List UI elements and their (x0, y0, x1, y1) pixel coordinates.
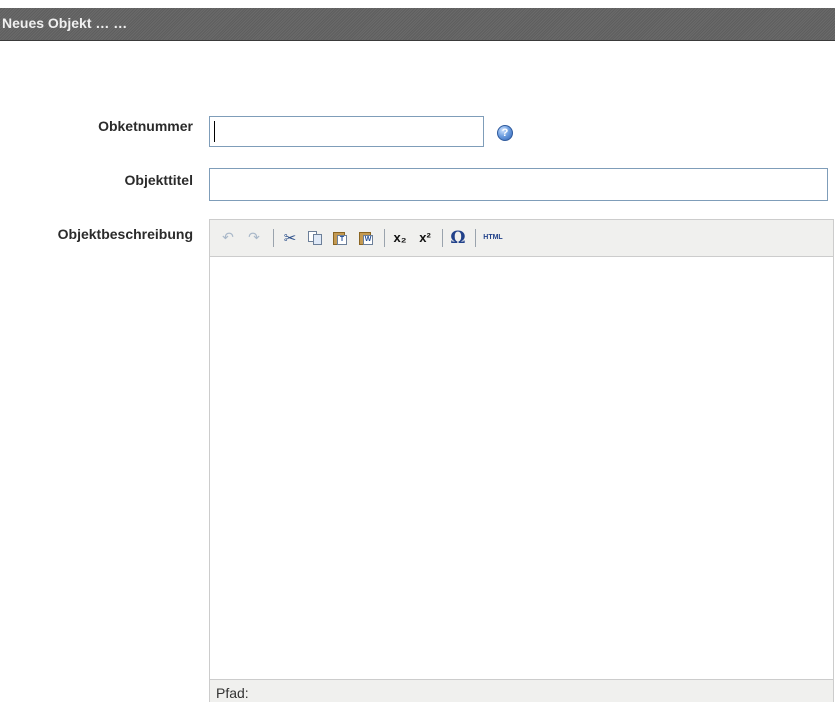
paste-from-word-icon[interactable]: W (358, 230, 374, 246)
undo-icon[interactable]: ↶ (218, 228, 238, 248)
objektbeschreibung-label: Objektbeschreibung (57, 226, 193, 242)
paste-word-glyph: W (363, 235, 373, 245)
cut-icon[interactable]: ✂ (280, 228, 300, 248)
resize-handle-icon[interactable] (817, 689, 831, 702)
paste-text-glyph: T (337, 235, 347, 245)
rich-text-editor: ↶ ↷ ✂ T W x₂ x² Ω HTML Pfad: (209, 219, 834, 702)
special-character-icon[interactable]: Ω (448, 228, 468, 248)
editor-statusbar: Pfad: (210, 679, 833, 702)
title-bar: Neues Objekt … … (0, 8, 835, 41)
editor-content-area[interactable] (210, 257, 833, 679)
path-label: Pfad: (216, 685, 249, 701)
text-caret (214, 121, 215, 142)
objektnummer-input[interactable] (209, 116, 484, 147)
superscript-button[interactable]: x² (415, 228, 435, 248)
page-title: Neues Objekt … … (2, 15, 128, 31)
objekttitel-input[interactable] (209, 168, 828, 201)
new-object-page: Neues Objekt … … Obketnummer ? Objekttit… (0, 0, 835, 702)
toolbar-separator (475, 229, 476, 247)
paste-as-text-icon[interactable]: T (332, 230, 348, 246)
objekttitel-label: Objekttitel (124, 172, 193, 188)
subscript-button[interactable]: x₂ (390, 228, 410, 248)
toolbar-separator (442, 229, 443, 247)
toolbar-separator (384, 229, 385, 247)
html-source-button[interactable]: HTML (479, 228, 507, 248)
editor-toolbar: ↶ ↷ ✂ T W x₂ x² Ω HTML (210, 220, 833, 257)
copy-icon[interactable] (307, 230, 323, 246)
copy-sheet-front (313, 234, 322, 245)
objektnummer-label: Obketnummer (98, 118, 193, 134)
toolbar-separator (273, 229, 274, 247)
help-question-icon[interactable]: ? (497, 125, 513, 141)
redo-icon[interactable]: ↷ (244, 228, 264, 248)
